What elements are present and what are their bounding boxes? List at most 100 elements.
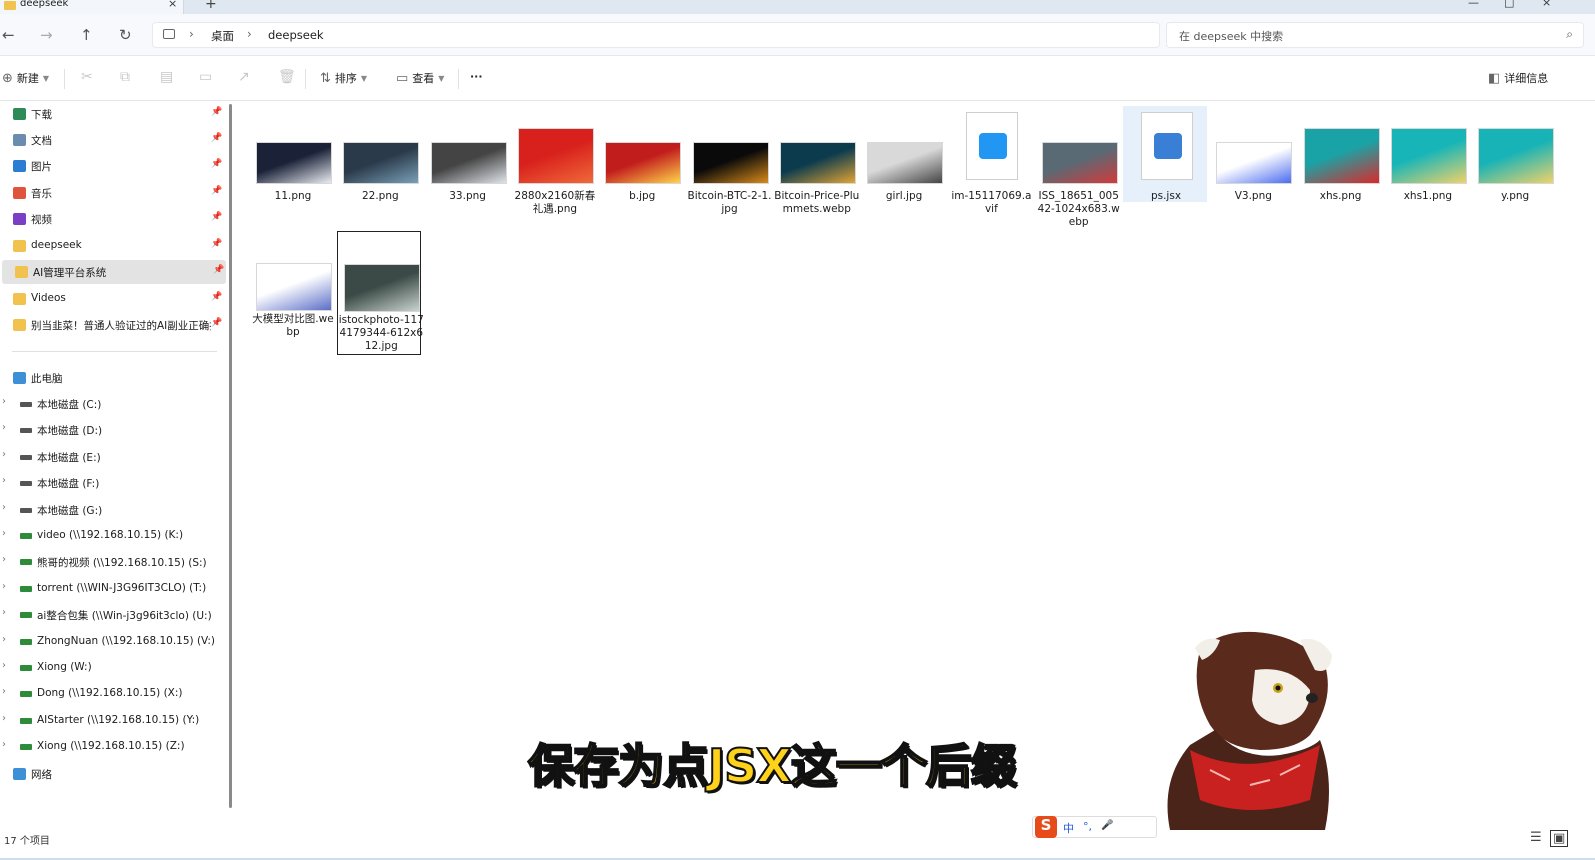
chevron-right-icon[interactable]: › — [2, 713, 6, 724]
pin-icon[interactable]: 📌 — [213, 265, 224, 275]
file-item[interactable]: y.png — [1472, 106, 1556, 202]
sidebar-item-drive[interactable]: › Xiong (W:) — [0, 656, 226, 680]
file-item[interactable]: 2880x2160新春礼遇.png — [512, 106, 596, 215]
chevron-right-icon[interactable]: › — [2, 581, 6, 592]
forward-icon[interactable]: → — [40, 26, 53, 44]
sidebar-item-this-pc[interactable]: 此电脑 — [0, 366, 226, 390]
chevron-right-icon[interactable]: › — [2, 660, 6, 671]
share-icon[interactable]: ↗ — [238, 69, 250, 85]
sort-button[interactable]: ⇅ 排序 ▼ — [320, 70, 367, 86]
refresh-icon[interactable]: ↻ — [119, 26, 132, 44]
close-window-button[interactable]: × — [1542, 0, 1551, 9]
file-item[interactable]: im-15117069.avif — [948, 106, 1032, 215]
chevron-right-icon[interactable]: › — [2, 396, 6, 407]
chevron-right-icon[interactable]: › — [2, 502, 6, 513]
details-pane-button[interactable]: ◧ 详细信息 — [1488, 70, 1548, 86]
sidebar-item-quick-access[interactable]: 音乐 📌 — [0, 181, 226, 205]
pin-icon[interactable]: 📌 — [211, 159, 222, 169]
pin-icon[interactable]: 📌 — [211, 186, 222, 196]
file-item[interactable]: ps.jsx — [1123, 106, 1207, 202]
chevron-right-icon[interactable]: › — [2, 739, 6, 750]
close-tab-icon[interactable]: × — [168, 0, 177, 10]
ime-language-toggle[interactable]: 中 — [1063, 820, 1074, 836]
file-item[interactable]: 大模型对比图.webp — [250, 231, 334, 355]
file-thumbnail — [344, 264, 421, 312]
rename-icon[interactable]: ▭ — [199, 69, 212, 85]
file-item[interactable]: xhs.png — [1298, 106, 1382, 202]
sidebar-item-drive[interactable]: › Dong (\\192.168.10.15) (X:) — [0, 682, 226, 706]
pin-icon[interactable]: 📌 — [211, 318, 222, 328]
new-button[interactable]: ⊕ 新建 ▼ — [2, 70, 49, 86]
file-item[interactable]: V3.png — [1210, 106, 1294, 202]
sidebar-item-drive[interactable]: › ZhongNuan (\\192.168.10.15) (V:) — [0, 630, 226, 654]
file-item[interactable]: ISS_18651_00542-1024x683.webp — [1036, 106, 1120, 228]
ime-toolbar[interactable]: S 中 °, 🎤 — [1032, 816, 1157, 838]
sidebar-item-network[interactable]: 网络 — [0, 762, 226, 786]
sidebar-item-quick-access[interactable]: Videos 📌 — [0, 287, 226, 311]
sidebar-item-drive[interactable]: › 本地磁盘 (G:) — [0, 498, 226, 522]
pin-icon[interactable]: 📌 — [211, 107, 222, 117]
maximize-button[interactable]: □ — [1504, 0, 1514, 9]
up-icon[interactable]: ↑ — [80, 26, 93, 44]
file-item[interactable]: 33.png — [425, 106, 509, 202]
sidebar-item-drive[interactable]: › 本地磁盘 (F:) — [0, 471, 226, 495]
back-icon[interactable]: ← — [2, 26, 15, 44]
pin-icon[interactable]: 📌 — [211, 133, 222, 143]
sidebar-item-quick-access[interactable]: 别当韭菜！普通人验证过的AI副业正确打开 📌 — [0, 313, 226, 337]
sidebar-item-quick-access[interactable]: 下载 📌 — [0, 102, 226, 126]
sidebar-item-quick-access[interactable]: deepseek 📌 — [0, 234, 226, 258]
sidebar-item-drive[interactable]: › AIStarter (\\192.168.10.15) (Y:) — [0, 709, 226, 733]
delete-icon[interactable]: 🗑 — [278, 69, 296, 85]
sidebar-item-drive[interactable]: › ai整合包集 (\\Win-j3g96it3clo) (U:) — [0, 603, 226, 627]
chevron-right-icon[interactable]: › — [2, 634, 6, 645]
chevron-right-icon[interactable]: › — [2, 607, 6, 618]
chevron-right-icon[interactable]: › — [2, 475, 6, 486]
new-tab-button[interactable]: + — [205, 0, 217, 12]
sidebar-item-drive[interactable]: › torrent (\\WIN-J3G96IT3CLO) (T:) — [0, 577, 226, 601]
chevron-right-icon[interactable]: › — [2, 422, 6, 433]
pin-icon[interactable]: 📌 — [211, 292, 222, 302]
breadcrumb-desktop[interactable]: 桌面 — [211, 28, 234, 44]
sidebar-item-drive[interactable]: › 本地磁盘 (D:) — [0, 418, 226, 442]
search-input[interactable]: 在 deepseek 中搜索 ⌕ — [1166, 22, 1584, 48]
sidebar-item-quick-access[interactable]: AI管理平台系统 📌 — [2, 260, 226, 284]
microphone-icon[interactable]: 🎤 — [1101, 820, 1113, 831]
file-item[interactable]: xhs1.png — [1385, 106, 1469, 202]
minimize-button[interactable]: — — [1468, 0, 1479, 9]
file-thumbnail — [1041, 142, 1118, 184]
pin-icon[interactable]: 📌 — [211, 212, 222, 222]
sidebar-scrollbar[interactable] — [229, 104, 232, 808]
copy-icon[interactable]: ⧉ — [120, 69, 130, 85]
sidebar-item-drive[interactable]: › 熊哥的视频 (\\192.168.10.15) (S:) — [0, 550, 226, 574]
folder-icon — [15, 266, 28, 278]
sidebar-item-quick-access[interactable]: 图片 📌 — [0, 154, 226, 178]
file-item[interactable]: b.jpg — [599, 106, 683, 202]
address-bar[interactable]: › 桌面 › deepseek — [152, 22, 1160, 48]
file-item[interactable]: 22.png — [337, 106, 421, 202]
chevron-right-icon[interactable]: › — [2, 449, 6, 460]
sidebar-item-quick-access[interactable]: 视频 📌 — [0, 207, 226, 231]
sidebar-item-drive[interactable]: › video (\\192.168.10.15) (K:) — [0, 524, 226, 548]
details-view-icon[interactable]: ☰ — [1530, 830, 1542, 845]
file-item[interactable]: girl.jpg — [861, 106, 945, 202]
sidebar-item-quick-access[interactable]: 文档 📌 — [0, 128, 226, 152]
paste-icon[interactable]: ▤ — [160, 69, 173, 85]
pin-icon[interactable]: 📌 — [211, 239, 222, 249]
sidebar-item-drive[interactable]: › 本地磁盘 (E:) — [0, 445, 226, 469]
view-button[interactable]: ▭ 查看 ▼ — [396, 70, 444, 86]
file-item[interactable]: istockphoto-1174179344-612x612.jpg — [337, 231, 424, 355]
file-item[interactable]: Bitcoin-BTC-2-1.jpg — [687, 106, 772, 215]
file-item[interactable]: Bitcoin-Price-Plummets.webp — [774, 106, 859, 215]
tab-deepseek[interactable]: deepseek × — [0, 0, 184, 14]
file-item[interactable]: 11.png — [250, 106, 334, 202]
cut-icon[interactable]: ✂ — [81, 69, 93, 85]
ime-punctuation-toggle[interactable]: °, — [1083, 820, 1092, 833]
sidebar-item-drive[interactable]: › Xiong (\\192.168.10.15) (Z:) — [0, 735, 226, 759]
more-options-button[interactable]: ··· — [470, 70, 483, 83]
chevron-right-icon[interactable]: › — [2, 528, 6, 539]
sidebar-item-drive[interactable]: › 本地磁盘 (C:) — [0, 392, 226, 416]
large-icons-view-icon[interactable]: ▣ — [1550, 830, 1569, 847]
chevron-right-icon[interactable]: › — [2, 554, 6, 565]
breadcrumb-deepseek[interactable]: deepseek — [268, 28, 324, 42]
chevron-right-icon[interactable]: › — [2, 686, 6, 697]
